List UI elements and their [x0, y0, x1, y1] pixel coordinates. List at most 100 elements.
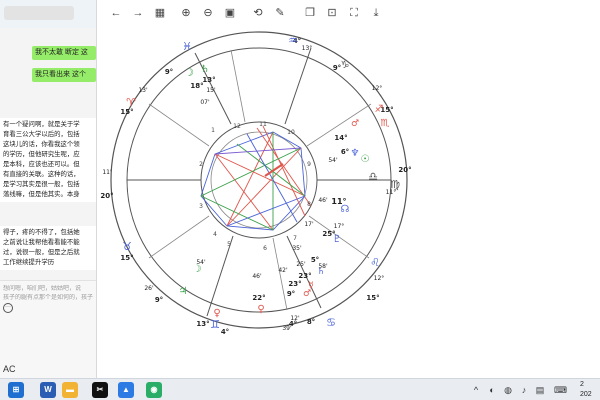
- capcut-icon[interactable]: ✂: [92, 382, 108, 398]
- planet-degree: 9°: [287, 290, 295, 298]
- app-icon[interactable]: ▲: [118, 382, 134, 398]
- viewer-toolbar: ← → ▦ ⊕ ⊖ ▣ ⟲ ✎ ❐ ⊡ ⛶ ⤓: [97, 0, 600, 26]
- moon-icon: ☽: [184, 66, 194, 79]
- tray-expand-icon[interactable]: ^: [470, 384, 482, 396]
- planet-degree: 23°: [288, 280, 301, 288]
- planet-degree: 14°: [334, 134, 347, 142]
- planet-degree: 54': [328, 157, 338, 164]
- aspect-line-red: [262, 125, 306, 217]
- degree-label: 4°: [221, 328, 229, 336]
- input-method-icon[interactable]: ⌨: [554, 384, 567, 396]
- planet-degree: 23°: [298, 272, 311, 280]
- house-cusp: [284, 47, 312, 125]
- house-cusp: [206, 235, 234, 317]
- chat-message-line: 这块儿的话，你看我这个领: [3, 141, 80, 148]
- aries-icon: ♈: [126, 96, 136, 109]
- mars-icon: ♂: [351, 119, 359, 129]
- chat-message-line: 是学习其实是很一般，包括: [3, 181, 80, 188]
- clock[interactable]: 2 202: [580, 380, 600, 400]
- wechat-icon[interactable]: ◉: [146, 382, 162, 398]
- chat-message-line: 有一个疑问啊，就是关于学: [3, 121, 80, 128]
- screen: 我不太敢 断定 这 我只看出来 这个 有一个疑问啊，就是关于学 育看三公大学以后…: [0, 0, 600, 400]
- aspect-polygon-blue: [200, 131, 306, 231]
- capricorn-icon: ♑: [341, 60, 350, 71]
- leo-icon: ♌: [370, 256, 380, 269]
- fit-icon[interactable]: ▣: [221, 4, 239, 22]
- house-number: 11: [259, 121, 267, 128]
- house-number: 4: [213, 231, 217, 238]
- chat-message-line: 过，说很一般，但是之后就: [3, 249, 80, 256]
- planet-degree: 35': [292, 245, 302, 252]
- chat-message-received-2: 得子，疼的不得了，包括她 之前说让我帮他看看能不能 过，说很一般，但是之后就 工…: [0, 226, 96, 270]
- venus-icon: ♀: [213, 308, 220, 319]
- download-icon[interactable]: ⤓: [367, 4, 385, 22]
- word-icon[interactable]: W: [40, 382, 56, 398]
- natal-chart-svg: 4°13°12°9°15°20°11°17°15°12°8°39'4°13°26…: [100, 31, 412, 336]
- grid-icon[interactable]: ▦: [151, 4, 169, 22]
- degree-label: 20°: [398, 166, 411, 174]
- planet-degree: 25°: [322, 230, 335, 238]
- house-number: 8: [307, 201, 311, 208]
- zoom-out-icon[interactable]: ⊖: [199, 4, 217, 22]
- clock-time: 2: [580, 381, 584, 388]
- volume-icon[interactable]: ♪: [518, 384, 530, 396]
- image-viewer: ← → ▦ ⊕ ⊖ ▣ ⟲ ✎ ❐ ⊡ ⛶ ⤓ 4° 13° 12° 9° 15…: [96, 0, 600, 378]
- virgo-icon: ♍: [390, 178, 400, 191]
- saturn-icon: ♄: [201, 64, 210, 75]
- degree-label: 13': [138, 87, 148, 94]
- natal-chart-image[interactable]: 4° 13° 12° 9° 15° 20° 11° 17° 15° 12° 8° 39' 4° 13° 26…: [97, 26, 600, 378]
- crop-icon[interactable]: ⊡: [323, 4, 341, 22]
- chat-input-line: 孩子的腿有点那个是如何的，孩子未来: [3, 295, 93, 301]
- aspect-line-red: [226, 147, 302, 227]
- windows-icon[interactable]: ⊞: [8, 382, 24, 398]
- planet-degree: 25': [296, 261, 306, 268]
- chat-window: 我不太敢 断定 这 我只看出来 这个 有一个疑问啊，就是关于学 育看三公大学以后…: [0, 0, 96, 378]
- house-number: 3: [199, 203, 203, 210]
- chat-input-line: 想问嗯，咱们吧，姑姑吧，说: [3, 286, 82, 292]
- network-icon[interactable]: ▤: [534, 384, 546, 396]
- house-cusp: [148, 215, 210, 259]
- forward-arrow-icon[interactable]: →: [129, 4, 147, 22]
- taurus-icon: ♉: [122, 240, 132, 253]
- chat-bubble-sent-2: 我只看出来 这个: [32, 68, 96, 82]
- neptune-icon: ♆: [351, 148, 360, 159]
- tray-app-icon[interactable]: ◐: [486, 384, 498, 396]
- planet-degree: 07': [200, 99, 210, 106]
- house-number: 12: [233, 123, 241, 130]
- degree-label: 20°: [100, 192, 113, 200]
- gemini-icon: ♊: [210, 318, 220, 331]
- house-cusp: [230, 49, 246, 123]
- planet-degree: 6°: [341, 148, 349, 156]
- taskbar: ⊞ W ▬ ✂ ▲ ◉ ^ ◐ ◍ ♪ ▤ ⌨ 2 202: [0, 378, 600, 400]
- degree-label: 9°: [155, 296, 163, 304]
- rotate-icon[interactable]: ⟲: [249, 4, 267, 22]
- planet-degree: 11°: [331, 197, 346, 206]
- degree-label: 12°: [372, 85, 383, 92]
- scan-icon[interactable]: ⛶: [345, 4, 363, 22]
- chat-bubble-sent-1: 我不太敢 断定 这: [32, 46, 96, 60]
- degree-label: 15°: [120, 108, 133, 116]
- zoom-in-icon[interactable]: ⊕: [177, 4, 195, 22]
- chat-message-received: 有一个疑问啊，就是关于学 育看三公大学以后的，包括 这块儿的话，你看我这个领 的…: [0, 118, 96, 202]
- edit-icon[interactable]: ✎: [271, 4, 289, 22]
- chat-message-line: 落线嘛，但是他其实。本身: [3, 191, 80, 198]
- planet-degree: 13°: [202, 76, 215, 84]
- degree-label: 8°: [307, 318, 315, 326]
- explorer-icon[interactable]: ▬: [62, 382, 78, 398]
- chat-message-line: 有直接的关联。这种的话，: [3, 171, 80, 178]
- more-icon[interactable]: ···: [3, 303, 13, 313]
- sagittarius-icon: ♐: [375, 104, 384, 115]
- degree-label: 15°: [366, 294, 379, 302]
- copy-icon[interactable]: ❐: [301, 4, 319, 22]
- house-number: 9: [307, 161, 311, 168]
- aquarius-icon: ♒: [288, 34, 298, 47]
- house-cusp: [148, 103, 210, 147]
- back-arrow-icon[interactable]: ←: [107, 4, 125, 22]
- planet-degree: 22°: [252, 294, 265, 302]
- planet-degree: 4°: [289, 320, 297, 328]
- planet-degree: 58': [318, 263, 328, 270]
- chat-search-bar[interactable]: [4, 6, 74, 20]
- wechat-tray-icon[interactable]: ◍: [502, 384, 514, 396]
- mars-icon: ♂: [303, 289, 311, 299]
- chat-message-line: 工作继续提升学历: [3, 259, 55, 266]
